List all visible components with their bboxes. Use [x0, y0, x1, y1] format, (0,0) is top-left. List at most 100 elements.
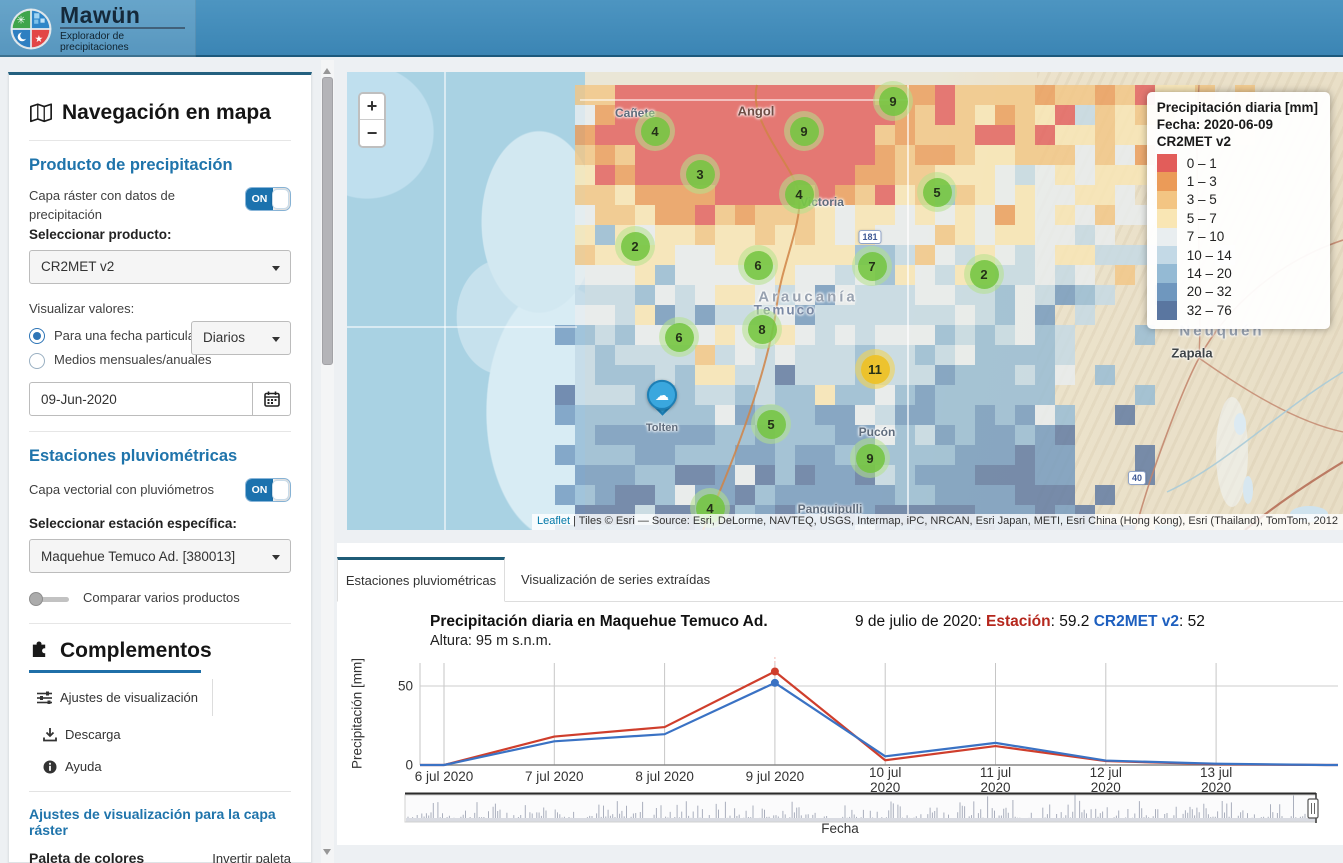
radio-fecha-label: Para una fecha particular: [54, 327, 200, 343]
legend-swatch: [1156, 190, 1177, 210]
cluster-count: 6: [664, 322, 694, 352]
legend-swatch: [1156, 264, 1177, 283]
cluster-count: 3: [685, 159, 715, 189]
legend-swatch: [1156, 301, 1177, 320]
legend-date: Fecha: 2020-06-09: [1156, 117, 1274, 132]
panel-tabbar: Estaciones pluviométricas Visualización …: [337, 557, 1343, 602]
highlight-point[interactable]: [770, 678, 779, 687]
sidebar-title-label: Navegación en mapa: [62, 101, 271, 124]
info-icon: [43, 760, 57, 774]
cluster-marker[interactable]: 6: [659, 317, 699, 357]
scroll-down-arrow-icon[interactable]: [323, 849, 331, 859]
scroll-up-arrow-icon[interactable]: [323, 64, 331, 74]
select-product-label: Seleccionar producto:: [29, 226, 172, 242]
legend-swatch: [1156, 209, 1177, 228]
tab-ajustes-visualizacion[interactable]: Ajustes de visualización: [29, 679, 214, 717]
legend-classes: 0 – 1 1 – 3 3 – 5 5 – 7 7 – 10 10 – 14 14 – 20…: [1156, 154, 1318, 320]
legend-class-row: 10 – 14: [1156, 245, 1318, 265]
raster-layer-toggle[interactable]: ON: [245, 187, 291, 211]
y-tick-label: 50: [398, 679, 413, 694]
range-slider-handle[interactable]: [1307, 798, 1319, 819]
cluster-count: 7: [857, 251, 887, 281]
legend-swatch: [1156, 172, 1177, 191]
date-input[interactable]: 09-Jun-2020: [29, 382, 253, 417]
tab-estaciones-pluviometricas[interactable]: Estaciones pluviométricas: [337, 557, 505, 602]
x-tick-label: 11 jul: [980, 765, 1011, 780]
x-tick-label: 6 jul 2020: [415, 769, 474, 784]
tab-visualizacion-series[interactable]: Visualización de series extraídas: [505, 557, 726, 601]
frequency-select[interactable]: Diarios: [191, 320, 291, 355]
cluster-marker[interactable]: 2: [615, 226, 655, 266]
highlight-point[interactable]: [770, 667, 779, 676]
cluster-marker[interactable]: 5: [917, 172, 957, 212]
visualizar-label: Visualizar valores:: [29, 300, 135, 316]
mini-slider-icon: [29, 591, 71, 606]
x-axis-label: Fecha: [821, 821, 859, 836]
cluster-marker[interactable]: 7: [852, 246, 892, 286]
attribution-separator: |: [570, 515, 579, 527]
cluster-marker[interactable]: 8: [742, 309, 782, 349]
legend-class-row: 14 – 20: [1156, 264, 1318, 283]
y-tick-label: 0: [405, 758, 413, 773]
map[interactable]: Cañete Angol Victoria Araucanía Temuco Tolten…: [347, 72, 1343, 530]
product-select[interactable]: CR2MET v2: [29, 249, 291, 284]
app-header: ✳ ★ Mawün Explorador de precipitaciones: [0, 0, 1343, 57]
cluster-count: 8: [747, 314, 777, 344]
cluster-count: 11: [860, 354, 890, 384]
cluster-marker[interactable]: 6: [738, 245, 778, 285]
selected-station-marker[interactable]: ☁: [647, 379, 677, 422]
map-icon: [30, 103, 52, 123]
calendar-icon: [263, 391, 280, 408]
cluster-marker[interactable]: 9: [784, 111, 824, 151]
map-attribution: Leaflet | Tiles © Esri — Source: Esri, D…: [531, 514, 1343, 530]
app-logo-icon: ✳ ★: [10, 8, 52, 49]
cluster-count: 2: [620, 231, 650, 261]
frequency-select-value: Diarios: [203, 330, 246, 346]
cluster-marker[interactable]: 5: [751, 404, 791, 444]
cluster-marker[interactable]: 9: [873, 81, 913, 121]
cluster-count: 5: [922, 177, 952, 207]
legend-product: CR2MET v2: [1156, 134, 1231, 149]
tab-descarga[interactable]: Descarga: [29, 716, 135, 753]
leaflet-link[interactable]: Leaflet: [537, 515, 570, 527]
cluster-count: 9: [878, 86, 908, 116]
puzzle-icon: [32, 641, 46, 658]
sidebar-scrollbar[interactable]: [321, 60, 334, 863]
zoom-in-button[interactable]: +: [360, 94, 384, 120]
compare-products-toggle[interactable]: Comparar varios productos: [29, 589, 291, 608]
complementos-title: Complementos: [29, 639, 291, 663]
compare-products-label: Comparar varios productos: [83, 590, 240, 606]
legend-class-row: 1 – 3: [1156, 172, 1318, 191]
product-select-value: CR2MET v2: [41, 259, 115, 275]
cluster-marker[interactable]: 4: [635, 111, 675, 151]
cluster-marker[interactable]: 3: [680, 154, 720, 194]
cluster-marker[interactable]: 4: [779, 174, 819, 214]
cluster-marker[interactable]: 11: [855, 349, 895, 389]
sidebar-title: Navegación en mapa: [29, 101, 291, 125]
calendar-button[interactable]: [253, 382, 291, 417]
app-subtitle: Explorador de precipitaciones: [60, 31, 129, 54]
cluster-count: 5: [756, 409, 786, 439]
station-select[interactable]: Maquehue Temuco Ad. [380013]: [29, 539, 291, 574]
toggle-knob: [272, 480, 289, 501]
tab-ayuda[interactable]: Ayuda: [29, 753, 291, 785]
cluster-marker[interactable]: 2: [964, 254, 1004, 294]
legend-class-label: 5 – 7: [1186, 210, 1217, 226]
legend-class-row: 3 – 5: [1156, 190, 1318, 210]
sidebar: Navegación en mapa Producto de precipita…: [8, 72, 312, 863]
complementos-title-label: Complementos: [60, 639, 212, 663]
scrollbar-thumb[interactable]: [322, 77, 333, 365]
raster-settings-title: Ajustes de visualización para la capa rá…: [29, 806, 276, 839]
radio-medios-label: Medios mensuales/anuales: [54, 352, 212, 368]
toggle-on-label: ON: [246, 188, 273, 210]
tab-ayuda-label: Ayuda: [65, 759, 102, 775]
legend-class-row: 5 – 7: [1156, 209, 1318, 228]
sliders-icon: [37, 691, 52, 705]
x-tick-label: 8 jul 2020: [635, 769, 694, 784]
cluster-marker[interactable]: 9: [850, 438, 890, 478]
legend-class-label: 7 – 10: [1186, 229, 1225, 245]
legend-swatch: [1156, 245, 1177, 265]
vector-layer-toggle[interactable]: ON: [245, 478, 291, 503]
zoom-out-button[interactable]: −: [360, 120, 384, 146]
legend-class-label: 1 – 3: [1186, 174, 1217, 190]
